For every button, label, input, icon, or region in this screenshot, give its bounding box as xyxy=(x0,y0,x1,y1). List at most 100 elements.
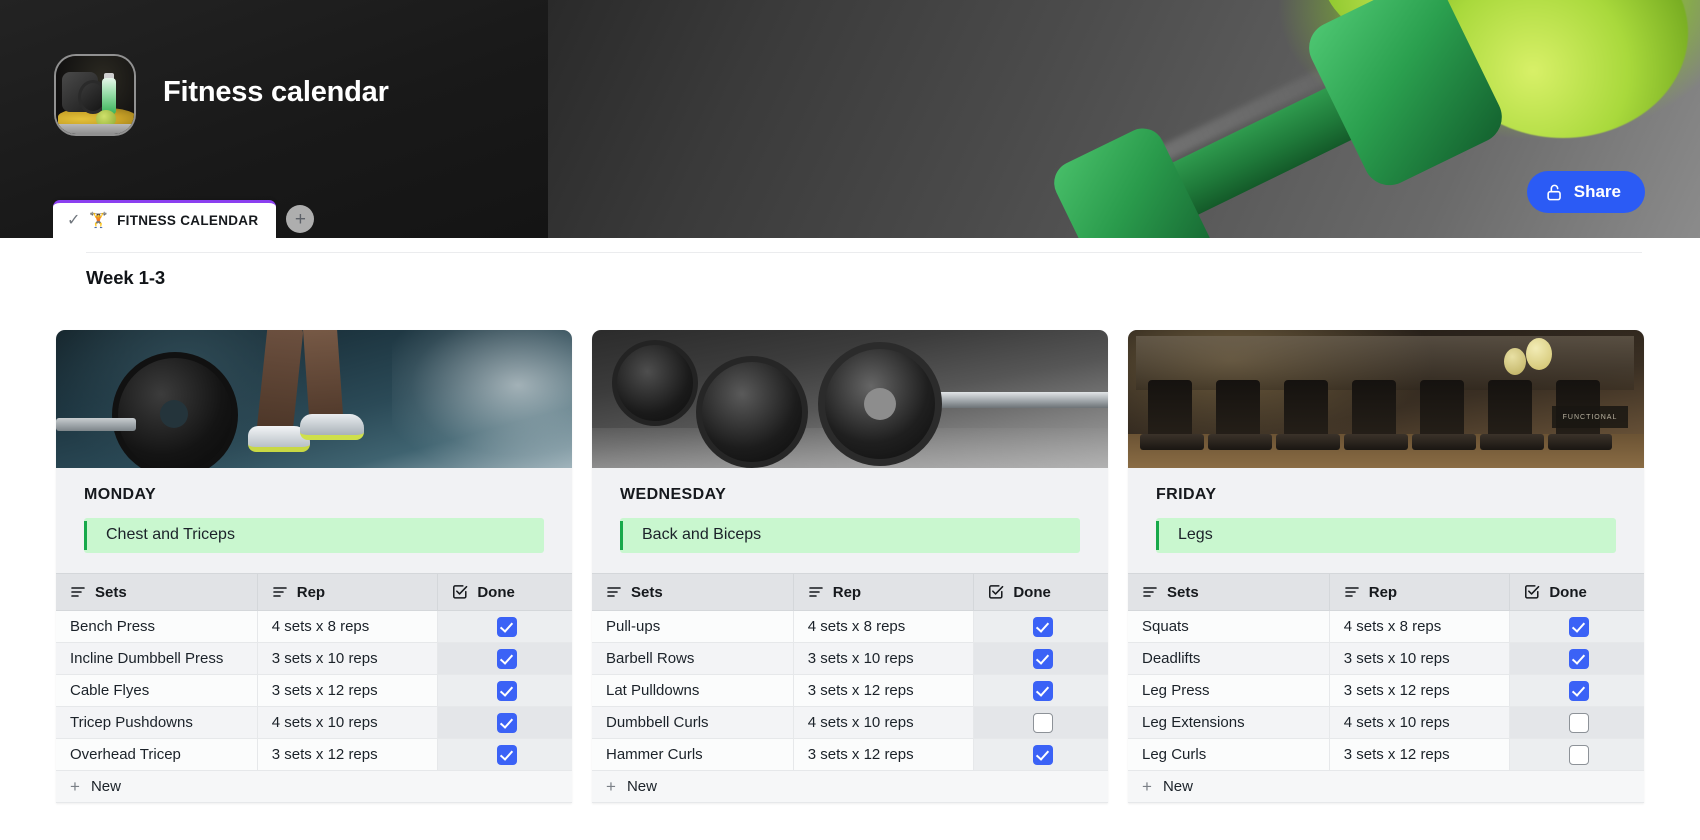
cell-set-name[interactable]: Squats xyxy=(1128,610,1330,643)
cell-done[interactable] xyxy=(1509,610,1644,643)
cell-set-name[interactable]: Overhead Tricep xyxy=(56,738,258,771)
cell-rep[interactable]: 3 sets x 12 reps xyxy=(1329,674,1511,707)
cell-rep[interactable]: 4 sets x 8 reps xyxy=(793,610,975,643)
checkbox-unchecked-icon[interactable] xyxy=(1569,744,1590,765)
cell-set-name[interactable]: Hammer Curls xyxy=(592,738,794,771)
table-row[interactable]: Squats 4 sets x 8 reps xyxy=(1128,610,1644,643)
table-row[interactable]: Deadlifts 3 sets x 10 reps xyxy=(1128,642,1644,675)
cell-done[interactable] xyxy=(973,674,1108,707)
checkbox-checked-icon[interactable] xyxy=(497,616,518,637)
checkbox-checked-icon[interactable] xyxy=(497,648,518,669)
cell-done[interactable] xyxy=(1509,738,1644,771)
add-new-row[interactable]: + New xyxy=(592,770,1108,803)
cell-set-name[interactable]: Pull-ups xyxy=(592,610,794,643)
tab-fitness-calendar[interactable]: ✓ 🏋️ FITNESS CALENDAR xyxy=(53,200,277,238)
cell-done[interactable] xyxy=(1509,642,1644,675)
cell-rep[interactable]: 4 sets x 10 reps xyxy=(1329,706,1511,739)
cell-done[interactable] xyxy=(1509,706,1644,739)
cell-done[interactable] xyxy=(973,706,1108,739)
cell-rep[interactable]: 4 sets x 10 reps xyxy=(257,706,439,739)
day-card-friday[interactable]: FUNCTIONAL FRIDAY Legs Sets Rep Done Squ… xyxy=(1128,330,1644,803)
table-row[interactable]: Leg Press 3 sets x 12 reps xyxy=(1128,674,1644,707)
table-row[interactable]: Leg Extensions 4 sets x 10 reps xyxy=(1128,706,1644,739)
checkbox-checked-icon[interactable] xyxy=(1033,744,1054,765)
checkbox-checked-icon[interactable] xyxy=(497,712,518,733)
cell-set-name[interactable]: Leg Press xyxy=(1128,674,1330,707)
cell-rep[interactable]: 3 sets x 12 reps xyxy=(793,674,975,707)
column-header-sets[interactable]: Sets xyxy=(592,573,794,611)
checkbox-checked-icon[interactable] xyxy=(497,744,518,765)
table-row[interactable]: Cable Flyes 3 sets x 12 reps xyxy=(56,674,572,707)
cell-done[interactable] xyxy=(973,738,1108,771)
cell-set-name[interactable]: Deadlifts xyxy=(1128,642,1330,675)
share-button[interactable]: Share xyxy=(1526,171,1645,213)
table-row[interactable]: Tricep Pushdowns 4 sets x 10 reps xyxy=(56,706,572,739)
add-new-cell[interactable]: + New xyxy=(592,770,1108,803)
table-row[interactable]: Incline Dumbbell Press 3 sets x 10 reps xyxy=(56,642,572,675)
focus-pill[interactable]: Back and Biceps xyxy=(620,518,1080,553)
cell-rep[interactable]: 3 sets x 12 reps xyxy=(257,738,439,771)
table-row[interactable]: Lat Pulldowns 3 sets x 12 reps xyxy=(592,674,1108,707)
cell-done[interactable] xyxy=(437,674,572,707)
table-row[interactable]: Barbell Rows 3 sets x 10 reps xyxy=(592,642,1108,675)
cell-rep[interactable]: 4 sets x 10 reps xyxy=(793,706,975,739)
column-header-sets[interactable]: Sets xyxy=(1128,573,1330,611)
cell-set-name[interactable]: Dumbbell Curls xyxy=(592,706,794,739)
cell-set-name[interactable]: Leg Extensions xyxy=(1128,706,1330,739)
column-header-rep[interactable]: Rep xyxy=(1329,573,1511,611)
cell-set-name[interactable]: Cable Flyes xyxy=(56,674,258,707)
column-header-rep[interactable]: Rep xyxy=(257,573,439,611)
cell-set-name[interactable]: Leg Curls xyxy=(1128,738,1330,771)
column-header-done[interactable]: Done xyxy=(437,573,572,611)
cell-rep[interactable]: 3 sets x 10 reps xyxy=(1329,642,1511,675)
checkbox-checked-icon[interactable] xyxy=(1033,648,1054,669)
cell-set-name[interactable]: Tricep Pushdowns xyxy=(56,706,258,739)
add-new-row[interactable]: + New xyxy=(56,770,572,803)
checkbox-unchecked-icon[interactable] xyxy=(1569,712,1590,733)
checkbox-checked-icon[interactable] xyxy=(1569,616,1590,637)
cell-done[interactable] xyxy=(973,610,1108,643)
table-row[interactable]: Bench Press 4 sets x 8 reps xyxy=(56,610,572,643)
cell-rep[interactable]: 4 sets x 8 reps xyxy=(257,610,439,643)
cell-done[interactable] xyxy=(437,610,572,643)
cell-set-name[interactable]: Incline Dumbbell Press xyxy=(56,642,258,675)
focus-pill[interactable]: Legs xyxy=(1156,518,1616,553)
column-header-sets[interactable]: Sets xyxy=(56,573,258,611)
checkbox-checked-icon[interactable] xyxy=(497,680,518,701)
cell-set-name[interactable]: Barbell Rows xyxy=(592,642,794,675)
checkbox-checked-icon[interactable] xyxy=(1033,680,1054,701)
table-row[interactable]: Leg Curls 3 sets x 12 reps xyxy=(1128,738,1644,771)
cell-rep[interactable]: 3 sets x 12 reps xyxy=(1329,738,1511,771)
day-card-wednesday[interactable]: WEDNESDAY Back and Biceps Sets Rep Done … xyxy=(592,330,1108,803)
column-header-rep[interactable]: Rep xyxy=(793,573,975,611)
add-tab-button[interactable]: + xyxy=(286,205,315,233)
focus-pill[interactable]: Chest and Triceps xyxy=(84,518,544,553)
add-new-cell[interactable]: + New xyxy=(56,770,572,803)
cell-done[interactable] xyxy=(437,738,572,771)
cell-set-name[interactable]: Lat Pulldowns xyxy=(592,674,794,707)
checkbox-checked-icon[interactable] xyxy=(1569,680,1590,701)
cell-rep[interactable]: 3 sets x 10 reps xyxy=(793,642,975,675)
cell-rep[interactable]: 3 sets x 12 reps xyxy=(793,738,975,771)
add-new-row[interactable]: + New xyxy=(1128,770,1644,803)
cell-rep[interactable]: 4 sets x 8 reps xyxy=(1329,610,1511,643)
table-row[interactable]: Dumbbell Curls 4 sets x 10 reps xyxy=(592,706,1108,739)
cell-rep[interactable]: 3 sets x 10 reps xyxy=(257,642,439,675)
cell-done[interactable] xyxy=(973,642,1108,675)
table-row[interactable]: Hammer Curls 3 sets x 12 reps xyxy=(592,738,1108,771)
cell-done[interactable] xyxy=(437,642,572,675)
add-new-cell[interactable]: + New xyxy=(1128,770,1644,803)
cell-done[interactable] xyxy=(1509,674,1644,707)
cell-set-name[interactable]: Bench Press xyxy=(56,610,258,643)
table-row[interactable]: Overhead Tricep 3 sets x 12 reps xyxy=(56,738,572,771)
column-header-done[interactable]: Done xyxy=(973,573,1108,611)
checkbox-checked-icon[interactable] xyxy=(1569,648,1590,669)
cell-done[interactable] xyxy=(437,706,572,739)
checkbox-unchecked-icon[interactable] xyxy=(1033,712,1054,733)
table-row[interactable]: Pull-ups 4 sets x 8 reps xyxy=(592,610,1108,643)
column-header-done[interactable]: Done xyxy=(1509,573,1644,611)
cell-rep[interactable]: 3 sets x 12 reps xyxy=(257,674,439,707)
avatar[interactable] xyxy=(54,54,136,136)
day-card-monday[interactable]: MONDAY Chest and Triceps Sets Rep Done B… xyxy=(56,330,572,803)
checkbox-checked-icon[interactable] xyxy=(1033,616,1054,637)
